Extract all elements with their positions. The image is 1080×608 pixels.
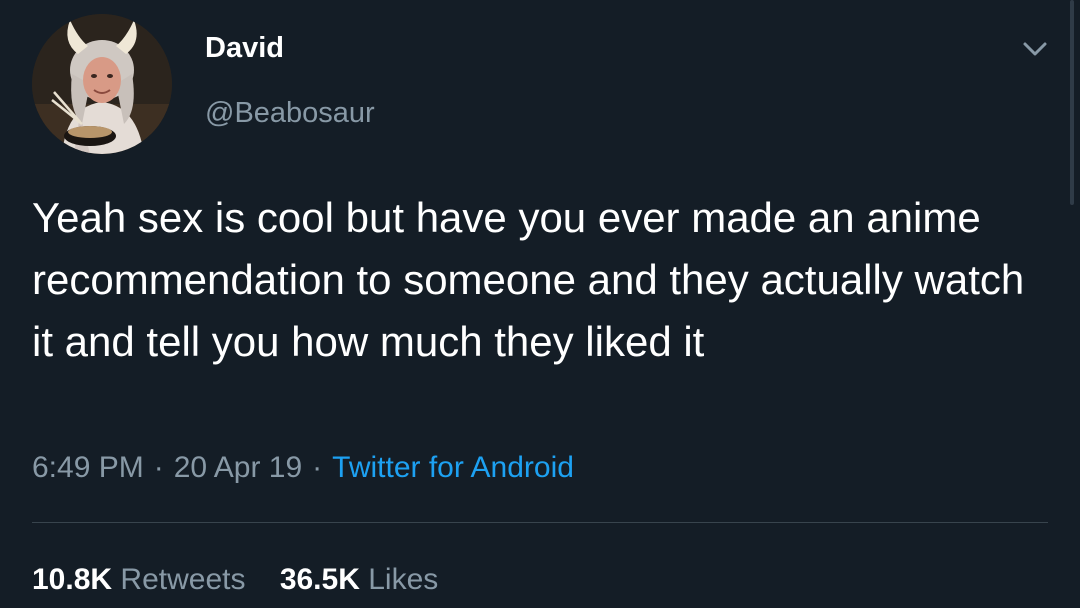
tweet-date: 20 Apr 19 [173, 451, 303, 484]
retweets-stat[interactable]: 10.8K Retweets [32, 563, 245, 597]
tweet-meta: 6:49 PM · 20 Apr 19 · Twitter for Android [32, 451, 574, 485]
likes-count: 36.5K [279, 563, 360, 596]
tweet-text: Yeah sex is cool but have you ever made … [32, 194, 1025, 365]
separator: · [312, 451, 323, 484]
tweet-stats: 10.8K Retweets 36.5K Likes [32, 563, 464, 597]
divider [32, 522, 1048, 523]
user-handle[interactable]: @Beabosaur [205, 97, 375, 130]
tweet-source-link[interactable]: Twitter for Android [332, 451, 574, 484]
likes-stat[interactable]: 36.5K Likes [280, 563, 438, 597]
separator: · [153, 451, 164, 484]
retweets-label: Retweets [120, 563, 246, 596]
avatar[interactable] [32, 14, 172, 154]
chevron-down-icon[interactable] [1015, 34, 1055, 64]
scrollbar[interactable] [1070, 0, 1074, 205]
tweet-time: 6:49 PM [32, 451, 144, 484]
profile-photo-icon [32, 14, 172, 154]
display-name[interactable]: David [205, 32, 284, 65]
likes-label: Likes [368, 563, 439, 596]
retweets-count: 10.8K [32, 563, 113, 596]
